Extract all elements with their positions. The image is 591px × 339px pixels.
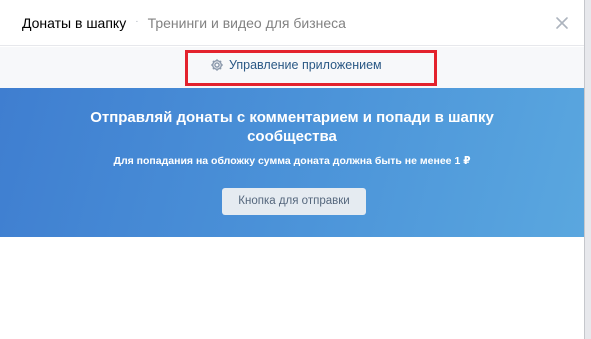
modal-header: Донаты в шапку · Тренинги и видео для би… <box>0 0 584 46</box>
banner-title-line2: сообщества <box>247 128 337 145</box>
app-modal: Донаты в шапку · Тренинги и видео для би… <box>0 0 584 339</box>
community-name: Тренинги и видео для бизнеса <box>147 14 346 31</box>
highlight-box <box>185 50 437 86</box>
scrollbar-track <box>584 0 591 339</box>
title-separator: · <box>135 16 139 27</box>
banner-subtitle: Для попадания на обложку сумма доната до… <box>113 155 471 167</box>
donation-banner: Отправляй донаты с комментарием и попади… <box>0 88 584 237</box>
modal-title: Донаты в шапку <box>22 14 127 31</box>
banner-title: Отправляй донаты с комментарием и попади… <box>0 108 584 146</box>
send-donation-button[interactable]: Кнопка для отправки <box>222 188 366 215</box>
banner-title-line1: Отправляй донаты с комментарием и попади… <box>90 109 494 126</box>
modal-edge <box>584 0 585 339</box>
close-icon[interactable] <box>552 13 572 33</box>
